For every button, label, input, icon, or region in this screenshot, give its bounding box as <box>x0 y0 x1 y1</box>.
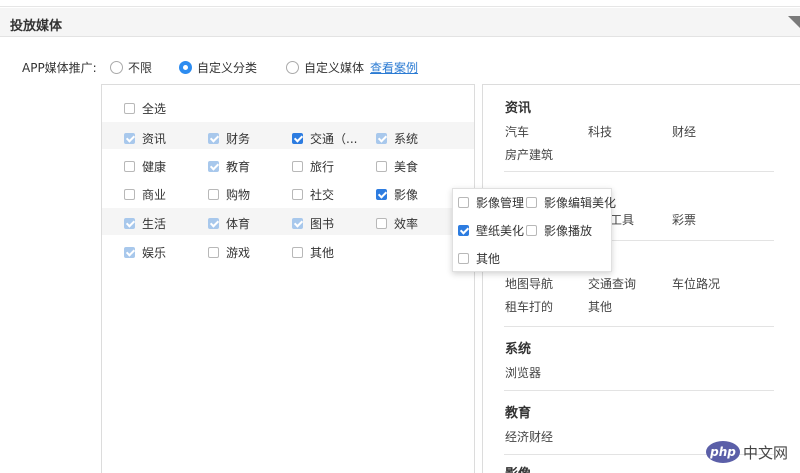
checkbox-icon[interactable] <box>208 189 219 200</box>
category-checkbox[interactable]: 教育 <box>208 158 250 175</box>
selected-item: 浏览器 <box>505 366 542 380</box>
checkbox-icon[interactable] <box>376 218 387 229</box>
checkbox-checked-icon[interactable] <box>376 189 387 200</box>
category-checkbox[interactable]: 健康 <box>124 158 166 175</box>
selected-item: 地图导航 <box>505 277 554 291</box>
selected-group-title: 教育 <box>505 406 532 421</box>
watermark-text: 中文网 <box>743 443 789 462</box>
radio-unlimited[interactable]: 不限 <box>110 59 152 76</box>
collapse-corner-icon[interactable] <box>788 16 800 28</box>
radio-circle-icon[interactable] <box>110 61 123 74</box>
popup-checkbox[interactable]: 影像编辑美化 <box>526 194 616 211</box>
selected-item: 交通查询 <box>588 277 637 291</box>
selected-group-title: 系统 <box>505 342 532 357</box>
selected-item: 汽车 <box>505 125 530 139</box>
checkbox-checked-icon[interactable] <box>292 218 303 229</box>
checkbox-icon[interactable] <box>526 225 537 236</box>
checkbox-icon[interactable] <box>292 189 303 200</box>
checkbox-checked-icon[interactable] <box>208 161 219 172</box>
checkbox-checked-icon[interactable] <box>458 225 469 236</box>
group-divider <box>504 171 774 172</box>
category-checkbox[interactable]: 影像 <box>376 186 418 203</box>
checkbox-icon[interactable] <box>124 103 135 114</box>
checkbox-icon[interactable] <box>124 161 135 172</box>
radio-custom-media[interactable]: 自定义媒体 查看案例 <box>286 59 418 76</box>
php-logo: php <box>706 441 740 463</box>
group-divider <box>504 326 774 327</box>
checkbox-checked-icon[interactable] <box>208 218 219 229</box>
category-checkbox[interactable]: 图书 <box>292 215 334 232</box>
checkbox-checked-icon[interactable] <box>124 218 135 229</box>
category-checkbox[interactable]: 其他 <box>292 244 334 261</box>
checkbox-checked-icon[interactable] <box>124 247 135 258</box>
category-checkbox[interactable]: 交通（... <box>292 130 357 147</box>
view-case-link[interactable]: 查看案例 <box>370 59 418 76</box>
category-checkbox[interactable]: 购物 <box>208 186 250 203</box>
category-checkbox[interactable]: 美食 <box>376 158 418 175</box>
checkbox-checked-icon[interactable] <box>124 133 135 144</box>
checkbox-checked-icon[interactable] <box>292 133 303 144</box>
checkbox-icon[interactable] <box>376 161 387 172</box>
category-checkbox[interactable]: 效率 <box>376 215 418 232</box>
popup-checkbox[interactable]: 影像播放 <box>526 222 592 239</box>
popup-checkbox[interactable]: 壁纸美化 <box>458 222 524 239</box>
checkbox-icon[interactable] <box>458 253 469 264</box>
checkbox-icon[interactable] <box>292 247 303 258</box>
selected-item: 彩票 <box>672 213 697 227</box>
checkbox-icon[interactable] <box>526 197 537 208</box>
category-checkbox[interactable]: 社交 <box>292 186 334 203</box>
checkbox-icon[interactable] <box>124 189 135 200</box>
selected-item: 科技 <box>588 125 613 139</box>
selected-item: 租车打的 <box>505 300 554 314</box>
category-checkbox[interactable]: 体育 <box>208 215 250 232</box>
radio-custom-category[interactable]: 自定义分类 <box>179 59 257 76</box>
checkbox-checked-icon[interactable] <box>208 133 219 144</box>
section-header[interactable]: 投放媒体 <box>0 8 800 37</box>
selected-item: 工具 <box>610 213 635 227</box>
select-all-checkbox[interactable]: 全选 <box>124 100 166 117</box>
media-label: APP媒体推广: <box>22 61 97 75</box>
subcategory-popup: 影像管理 影像编辑美化 壁纸美化 影像播放 其他 <box>452 188 616 272</box>
popup-checkbox[interactable]: 其他 <box>458 250 500 267</box>
category-checkbox[interactable]: 财务 <box>208 130 250 147</box>
selected-group-title: 资讯 <box>505 101 532 116</box>
category-checkbox[interactable]: 系统 <box>376 130 418 147</box>
selected-item: 财经 <box>672 125 697 139</box>
category-checkbox[interactable]: 游戏 <box>208 244 250 261</box>
top-border <box>0 0 800 7</box>
group-divider <box>504 390 774 391</box>
popup-checkbox[interactable]: 影像管理 <box>458 194 524 211</box>
checkbox-icon[interactable] <box>292 161 303 172</box>
selected-item: 车位路况 <box>672 277 721 291</box>
selected-item: 经济财经 <box>505 430 554 444</box>
selected-item: 其他 <box>588 300 613 314</box>
section-title: 投放媒体 <box>10 19 63 34</box>
category-checkbox[interactable]: 生活 <box>124 215 166 232</box>
selected-item: 房产建筑 <box>505 148 554 162</box>
category-checkbox[interactable]: 旅行 <box>292 158 334 175</box>
radio-circle-icon[interactable] <box>286 61 299 74</box>
category-checkbox[interactable]: 资讯 <box>124 130 166 147</box>
checkbox-icon[interactable] <box>208 247 219 258</box>
selected-group-title: 影像 <box>505 463 531 473</box>
radio-checked-icon[interactable] <box>179 61 192 74</box>
category-checkbox[interactable]: 商业 <box>124 186 166 203</box>
category-checkbox[interactable]: 娱乐 <box>124 244 166 261</box>
checkbox-checked-icon[interactable] <box>376 133 387 144</box>
checkbox-icon[interactable] <box>458 197 469 208</box>
watermark: php 中文网 <box>706 441 788 463</box>
